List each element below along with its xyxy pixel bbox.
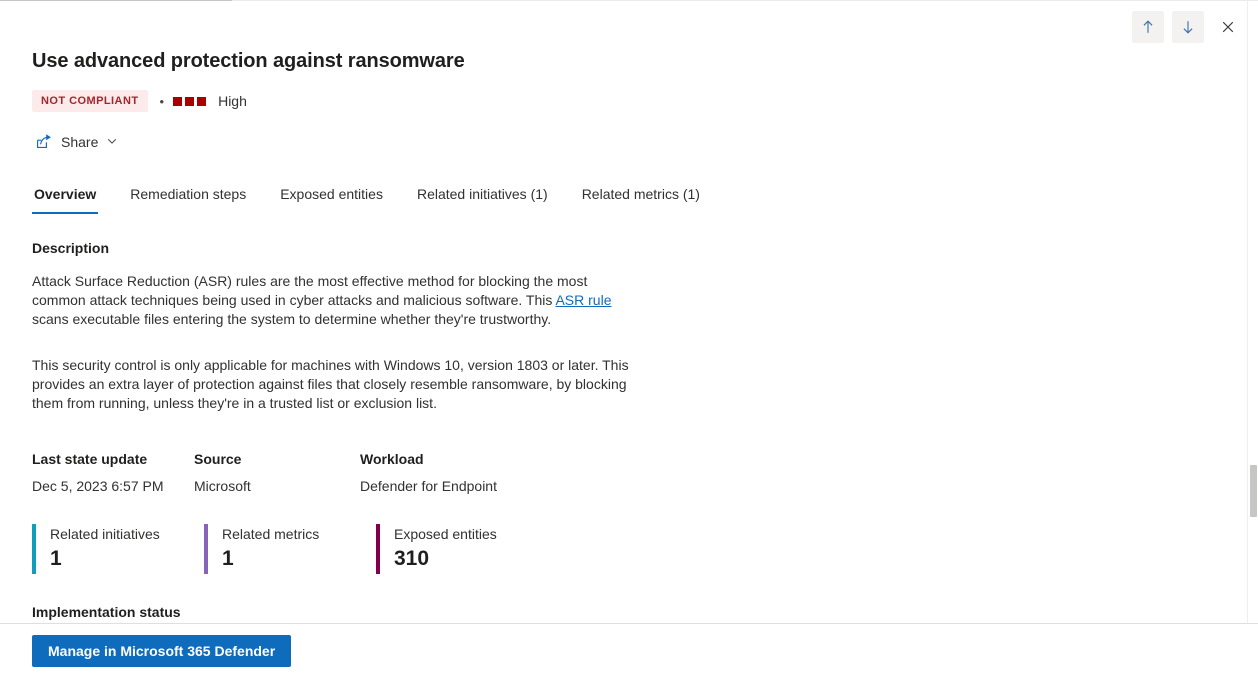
severity-square-2 xyxy=(185,96,195,106)
tab-related-initiatives[interactable]: Related initiatives (1) xyxy=(415,184,550,214)
meta-value-workload: Defender for Endpoint xyxy=(360,478,497,494)
description-paragraph-1: Attack Surface Reduction (ASR) rules are… xyxy=(32,272,632,329)
implementation-status-heading: Implementation status xyxy=(32,604,181,620)
panel-scroll-region: Use advanced protection against ransomwa… xyxy=(0,1,1258,623)
metadata-grid: Last state update Source Workload Dec 5,… xyxy=(32,449,1218,496)
page-title: Use advanced protection against ransomwa… xyxy=(32,50,465,72)
stat-label: Related metrics xyxy=(222,526,320,542)
panel-content: Use advanced protection against ransomwa… xyxy=(0,1,1258,623)
share-button[interactable]: Share xyxy=(32,128,124,156)
severity-square-1 xyxy=(173,96,183,106)
tab-label: Related initiatives (1) xyxy=(416,186,548,202)
status-row: NOT COMPLIANT • High xyxy=(32,90,1218,112)
overview-tab-panel: Description Attack Surface Reduction (AS… xyxy=(32,214,1218,623)
description-paragraph-2: This security control is only applicable… xyxy=(32,357,629,411)
asr-rule-link[interactable]: ASR rule xyxy=(555,292,611,308)
meta-value-source: Microsoft xyxy=(194,478,251,494)
severity-indicator xyxy=(173,96,209,106)
severity-square-3 xyxy=(197,96,207,106)
scrollbar-thumb[interactable] xyxy=(1250,465,1257,517)
panel-footer: Manage in Microsoft 365 Defender xyxy=(0,623,1258,678)
severity-label: High xyxy=(218,93,247,109)
status-separator: • xyxy=(159,93,165,109)
stat-value: 310 xyxy=(394,547,430,570)
meta-heading-last-state-update: Last state update xyxy=(32,451,148,467)
stat-card-group: Related initiatives 1 Related metrics 1 … xyxy=(32,524,1218,574)
tab-remediation-steps[interactable]: Remediation steps xyxy=(128,184,248,214)
stat-card-related-metrics[interactable]: Related metrics 1 xyxy=(204,524,358,574)
manage-in-defender-button[interactable]: Manage in Microsoft 365 Defender xyxy=(32,635,292,667)
tab-overview[interactable]: Overview xyxy=(32,184,99,214)
description-text-after-link: scans executable files entering the syst… xyxy=(32,311,552,327)
stat-value: 1 xyxy=(222,547,234,570)
tab-related-metrics[interactable]: Related metrics (1) xyxy=(580,184,702,214)
meta-heading-source: Source xyxy=(194,451,242,467)
share-button-label: Share xyxy=(61,134,99,150)
meta-value-last-state-update: Dec 5, 2023 6:57 PM xyxy=(32,478,164,494)
stat-value: 1 xyxy=(50,547,62,570)
stat-label: Related initiatives xyxy=(50,526,160,542)
command-bar: Share xyxy=(32,128,1218,156)
tab-label: Remediation steps xyxy=(130,186,247,202)
description-text-before-link: Attack Surface Reduction (ASR) rules are… xyxy=(32,273,588,308)
tab-exposed-entities[interactable]: Exposed entities xyxy=(278,184,385,214)
stat-card-exposed-entities[interactable]: Exposed entities 310 xyxy=(376,524,530,574)
description-heading: Description xyxy=(32,240,110,256)
implementation-status-block: Implementation status 310/312 exposed de… xyxy=(32,602,1218,623)
share-icon xyxy=(36,133,53,152)
stat-label: Exposed entities xyxy=(394,526,497,542)
tab-label: Related metrics (1) xyxy=(581,186,700,202)
tab-label: Exposed entities xyxy=(280,186,383,202)
chevron-down-icon xyxy=(106,134,118,150)
tab-list: Overview Remediation steps Exposed entit… xyxy=(32,176,1218,214)
vertical-scrollbar[interactable] xyxy=(1247,1,1258,623)
tab-label: Overview xyxy=(34,186,97,202)
stat-card-related-initiatives[interactable]: Related initiatives 1 xyxy=(32,524,186,574)
meta-heading-workload: Workload xyxy=(360,451,424,467)
status-badge: NOT COMPLIANT xyxy=(32,90,148,112)
